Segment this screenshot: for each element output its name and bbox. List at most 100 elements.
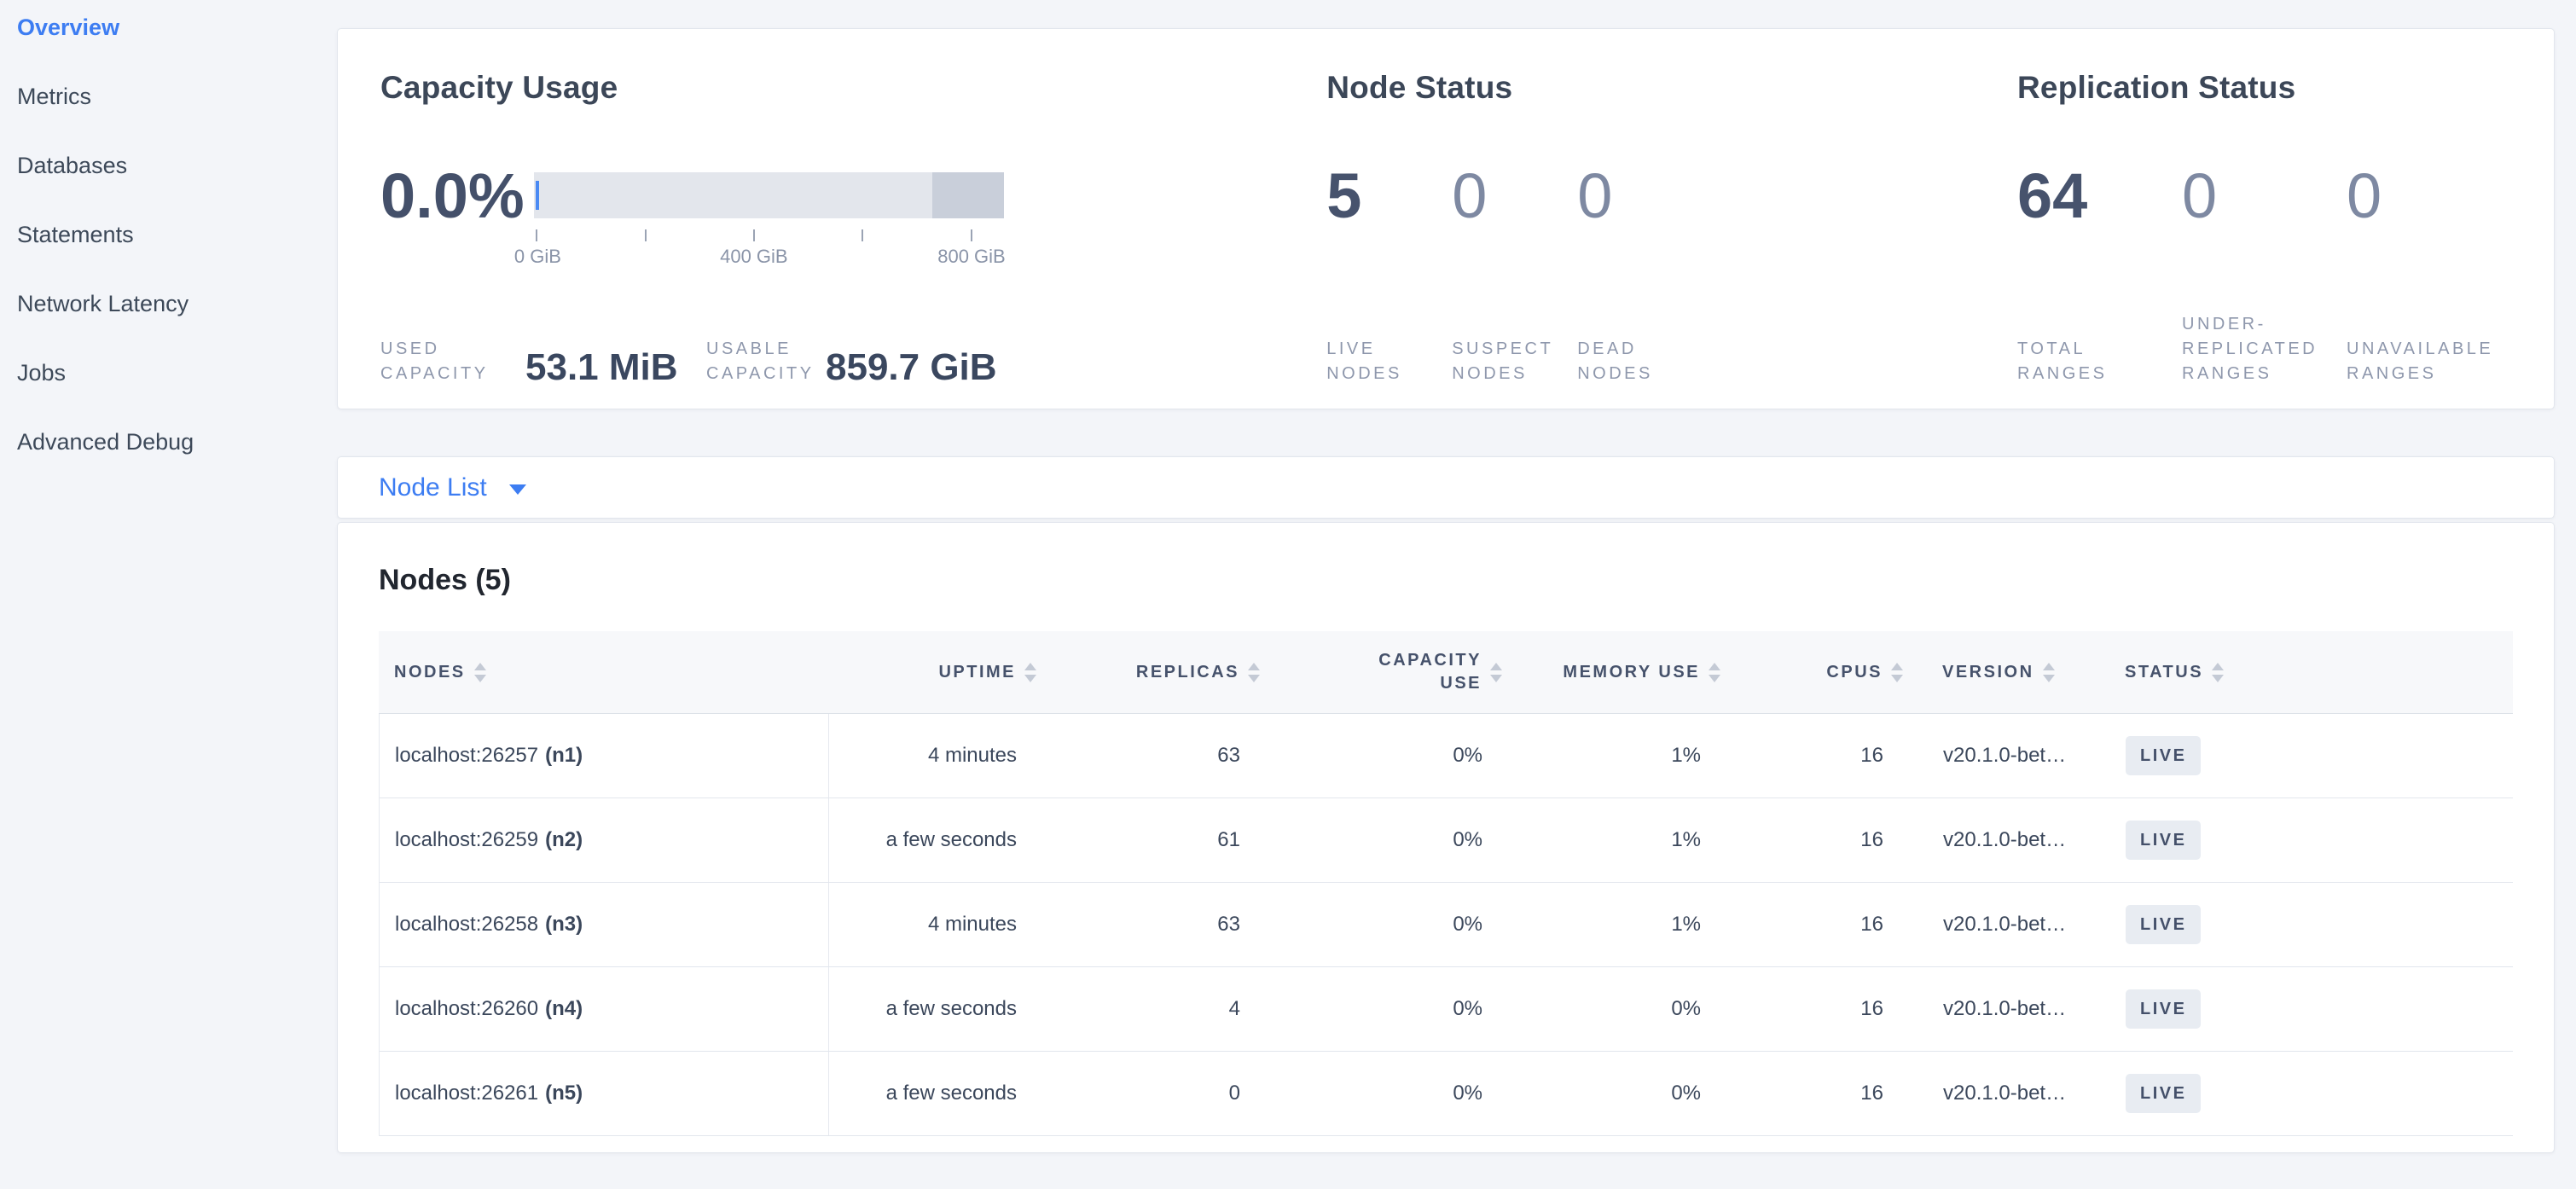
- node-id: (n3): [545, 913, 583, 937]
- memory-use-cell: 0%: [1503, 1052, 1721, 1135]
- axis-tick: [971, 229, 972, 241]
- unavailable-ranges-count: 0: [2347, 162, 2511, 230]
- sidebar-item-statements[interactable]: Statements: [17, 222, 337, 291]
- sidebar: Overview Metrics Databases Statements Ne…: [0, 0, 337, 498]
- uptime-cell: a few seconds: [829, 967, 1037, 1051]
- column-header-version[interactable]: VERSION: [1903, 663, 2108, 682]
- table-row-node-5[interactable]: localhost:26261 (n5) a few seconds 0 0% 0…: [380, 1052, 2513, 1136]
- replication-status-section: Replication Status 64 0 0 TOTAL RANGES U…: [2017, 70, 2511, 409]
- replication-status-title: Replication Status: [2017, 70, 2511, 106]
- chevron-down-icon: [509, 484, 526, 495]
- node-address[interactable]: localhost:26259: [395, 828, 538, 852]
- replicas-cell: 63: [1037, 883, 1261, 966]
- suspect-nodes-label: SUSPECT NODES: [1452, 301, 1577, 386]
- table-row-node-4[interactable]: localhost:26260(n4) a few seconds 4 0% 0…: [380, 967, 2513, 1052]
- column-header-cpus[interactable]: CPUS: [1720, 663, 1903, 682]
- column-header-capacity-use[interactable]: CAPACITY USE: [1260, 649, 1502, 695]
- status-badge: LIVE: [2126, 736, 2201, 775]
- capacity-gauge-bar: [534, 172, 1004, 218]
- sidebar-item-databases[interactable]: Databases: [17, 153, 337, 222]
- dead-nodes-count: 0: [1577, 162, 1703, 230]
- cpus-cell: 16: [1721, 714, 1904, 798]
- node-id: (n1): [545, 744, 583, 768]
- unavailable-ranges-label: UNAVAILABLE RANGES: [2347, 301, 2511, 386]
- sort-arrows-icon: [2212, 663, 2224, 682]
- sidebar-item-network-latency[interactable]: Network Latency: [17, 291, 337, 360]
- memory-use-cell: 1%: [1503, 798, 1721, 882]
- node-address[interactable]: localhost:26257: [395, 744, 538, 768]
- node-address[interactable]: localhost:26261: [395, 1082, 538, 1105]
- memory-use-cell: 1%: [1503, 883, 1721, 966]
- uptime-cell: a few seconds: [829, 798, 1037, 882]
- capacity-gauge-used-marker: [536, 181, 539, 210]
- node-status-section: Node Status 5 0 0 LIVE NODES SUSPECT NOD…: [1326, 70, 2017, 409]
- table-row-node-2[interactable]: localhost:26259(n2) a few seconds 61 0% …: [380, 798, 2513, 883]
- column-header-uptime[interactable]: UPTIME: [828, 663, 1036, 682]
- node-address[interactable]: localhost:26258: [395, 913, 538, 937]
- node-id: (n5): [545, 1082, 583, 1105]
- version-cell: v20.1.0-bet…: [1904, 967, 2109, 1051]
- column-header-replicas[interactable]: REPLICAS: [1036, 663, 1260, 682]
- cpus-cell: 16: [1721, 883, 1904, 966]
- sort-arrows-icon: [1024, 663, 1036, 682]
- node-id: (n4): [545, 997, 583, 1021]
- under-replicated-ranges-label: UNDER-REPLICATED RANGES: [2182, 301, 2347, 386]
- axis-tick: [536, 229, 537, 241]
- uptime-cell: a few seconds: [829, 1052, 1037, 1135]
- nodes-table-body: localhost:26257 (n1) 4 minutes 63 0% 1% 1…: [379, 714, 2513, 1136]
- replicas-cell: 61: [1037, 798, 1261, 882]
- uptime-cell: 4 minutes: [829, 714, 1037, 798]
- status-badge: LIVE: [2126, 821, 2201, 860]
- memory-use-cell: 0%: [1503, 967, 1721, 1051]
- sort-arrows-icon: [2043, 663, 2055, 682]
- version-cell: v20.1.0-bet…: [1904, 1052, 2109, 1135]
- dead-nodes-label: DEAD NODES: [1577, 301, 1703, 386]
- node-address[interactable]: localhost:26260: [395, 997, 538, 1021]
- total-ranges-label: TOTAL RANGES: [2017, 301, 2182, 386]
- replicas-cell: 63: [1037, 714, 1261, 798]
- column-header-memory-use[interactable]: MEMORY USE: [1502, 663, 1720, 682]
- live-nodes-label: LIVE NODES: [1326, 301, 1452, 386]
- status-badge: LIVE: [2126, 1074, 2201, 1113]
- axis-label-400gib: 400 GiB: [720, 246, 788, 268]
- version-cell: v20.1.0-bet…: [1904, 798, 2109, 882]
- cpus-cell: 16: [1721, 798, 1904, 882]
- live-nodes-count: 5: [1326, 162, 1452, 230]
- capacity-gauge-chart: 0 GiB 400 GiB 800 GiB: [534, 162, 1004, 266]
- sort-arrows-icon: [1891, 663, 1903, 682]
- uptime-cell: 4 minutes: [829, 883, 1037, 966]
- version-cell: v20.1.0-bet…: [1904, 883, 2109, 966]
- under-replicated-ranges-count: 0: [2182, 162, 2347, 230]
- node-id: (n2): [545, 828, 583, 852]
- sidebar-item-overview[interactable]: Overview: [17, 14, 337, 84]
- sidebar-item-advanced-debug[interactable]: Advanced Debug: [17, 429, 337, 498]
- sort-arrows-icon: [1248, 663, 1260, 682]
- suspect-nodes-count: 0: [1452, 162, 1577, 230]
- axis-label-0gib: 0 GiB: [514, 246, 561, 268]
- cpus-cell: 16: [1721, 967, 1904, 1051]
- axis-tick: [753, 229, 755, 241]
- nodes-table-heading: Nodes (5): [379, 564, 2513, 597]
- capacity-use-cell: 0%: [1261, 1052, 1503, 1135]
- capacity-used-percent: 0.0%: [380, 162, 532, 230]
- node-list-dropdown[interactable]: Node List: [337, 456, 2555, 519]
- column-header-nodes[interactable]: NODES: [379, 663, 828, 682]
- sidebar-item-jobs[interactable]: Jobs: [17, 360, 337, 429]
- replicas-cell: 4: [1037, 967, 1261, 1051]
- table-row-node-1[interactable]: localhost:26257 (n1) 4 minutes 63 0% 1% 1…: [380, 714, 2513, 798]
- capacity-use-cell: 0%: [1261, 714, 1503, 798]
- status-badge: LIVE: [2126, 989, 2201, 1029]
- capacity-gauge-other-segment: [932, 172, 1004, 218]
- replicas-cell: 0: [1037, 1052, 1261, 1135]
- node-list-dropdown-label: Node List: [379, 473, 487, 502]
- sidebar-item-metrics[interactable]: Metrics: [17, 84, 337, 153]
- cluster-summary-card: Capacity Usage 0.0% 0 GiB 40: [337, 28, 2555, 409]
- sort-arrows-icon: [474, 663, 486, 682]
- capacity-usage-section: Capacity Usage 0.0% 0 GiB 40: [380, 70, 1326, 409]
- column-header-status[interactable]: STATUS: [2108, 663, 2513, 682]
- table-row-node-3[interactable]: localhost:26258(n3) 4 minutes 63 0% 1% 1…: [380, 883, 2513, 967]
- nodes-table-card: Nodes (5) NODES UPTIME REPLICAS CAPACITY…: [337, 522, 2555, 1153]
- node-status-title: Node Status: [1326, 70, 2017, 106]
- memory-use-cell: 1%: [1503, 714, 1721, 798]
- nodes-table-header-row: NODES UPTIME REPLICAS CAPACITY USE MEMOR…: [379, 631, 2513, 714]
